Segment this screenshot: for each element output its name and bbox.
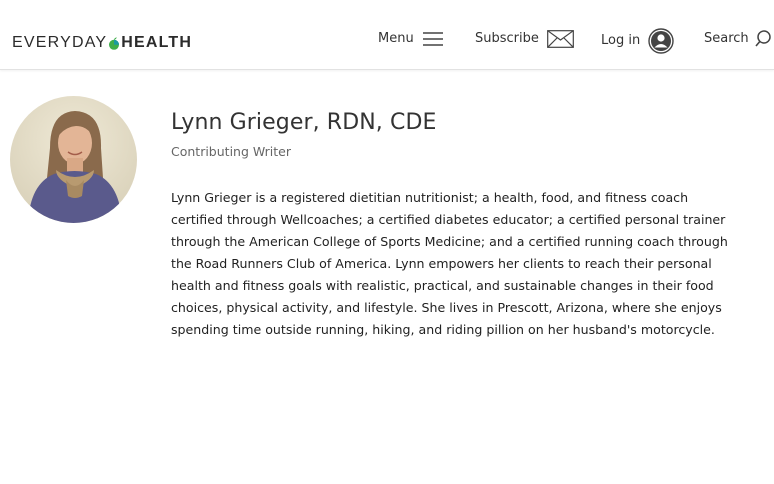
logo-text-everyday: EVERYDAY (12, 34, 108, 51)
author-bio: Lynn Grieger is a registered dietitian n… (171, 190, 728, 337)
apple-logo-icon (109, 36, 120, 50)
user-account-icon (648, 28, 674, 54)
logo-text-health: HEALTH (121, 34, 193, 51)
subscribe-label: Subscribe (475, 31, 539, 46)
author-role: Contributing Writer (171, 144, 292, 159)
envelope-icon (546, 30, 574, 48)
subscribe-button[interactable]: Subscribe (475, 30, 574, 48)
author-avatar (10, 96, 137, 223)
site-header: EVERYDAY HEALTH Menu Subscribe Log in Se… (0, 0, 774, 70)
login-label: Log in (601, 33, 641, 48)
site-logo[interactable]: EVERYDAY HEALTH (12, 34, 192, 52)
menu-button[interactable]: Menu (378, 30, 443, 48)
hamburger-icon (422, 32, 443, 46)
author-photo (10, 96, 137, 223)
login-button[interactable]: Log in (601, 28, 674, 54)
search-icon (755, 30, 771, 47)
author-name: Lynn Grieger, RDN, CDE (171, 110, 437, 135)
search-button[interactable]: Search (704, 30, 771, 48)
search-label: Search (704, 31, 749, 46)
menu-label: Menu (378, 31, 414, 46)
